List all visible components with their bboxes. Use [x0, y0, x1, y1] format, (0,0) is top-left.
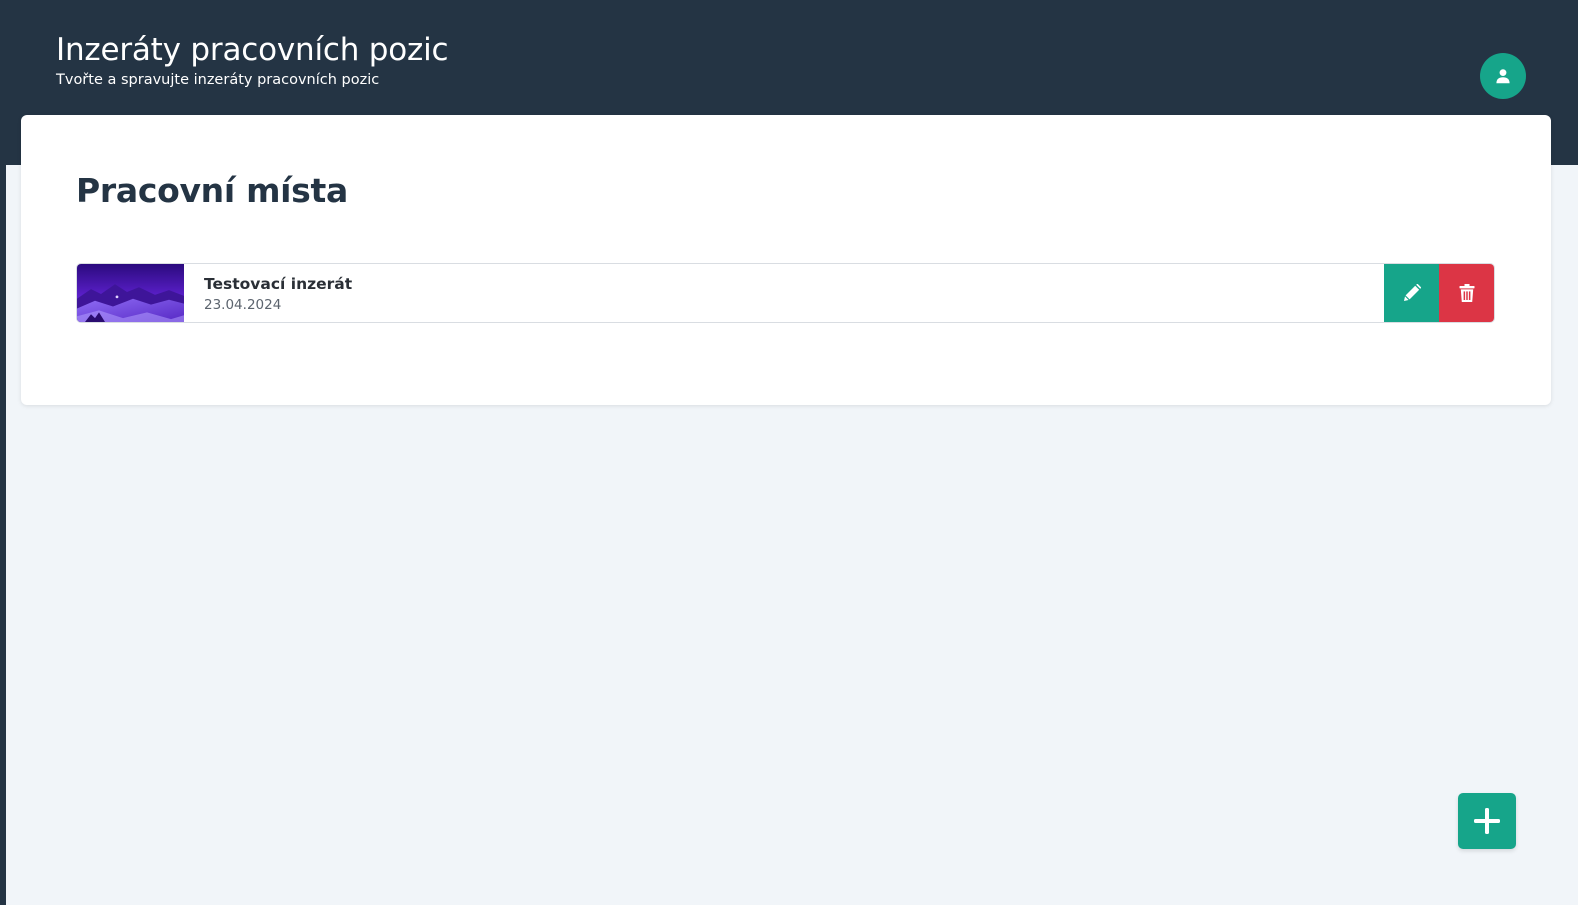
trash-icon — [1459, 284, 1474, 302]
edit-job-button[interactable] — [1384, 264, 1439, 322]
job-date: 23.04.2024 — [204, 297, 282, 313]
plus-icon — [1474, 808, 1500, 834]
user-avatar-button[interactable] — [1480, 53, 1526, 99]
section-title: Pracovní místa — [76, 171, 348, 210]
job-title: Testovací inzerát — [204, 275, 353, 293]
job-thumbnail-image — [77, 264, 184, 322]
job-info: Testovací inzerát 23.04.2024 — [184, 264, 1384, 322]
user-icon — [1496, 69, 1510, 84]
page-title: Inzeráty pracovních pozic — [56, 32, 449, 68]
delete-job-button[interactable] — [1439, 264, 1494, 322]
jobs-card: Pracovní místa Testovací inzerát 23.04.2… — [21, 115, 1551, 405]
page-subtitle: Tvořte a spravujte inzeráty pracovních p… — [56, 72, 380, 88]
pencil-icon — [1403, 284, 1421, 301]
job-list-item[interactable]: Testovací inzerát 23.04.2024 — [76, 263, 1495, 323]
add-job-button[interactable] — [1458, 793, 1516, 849]
